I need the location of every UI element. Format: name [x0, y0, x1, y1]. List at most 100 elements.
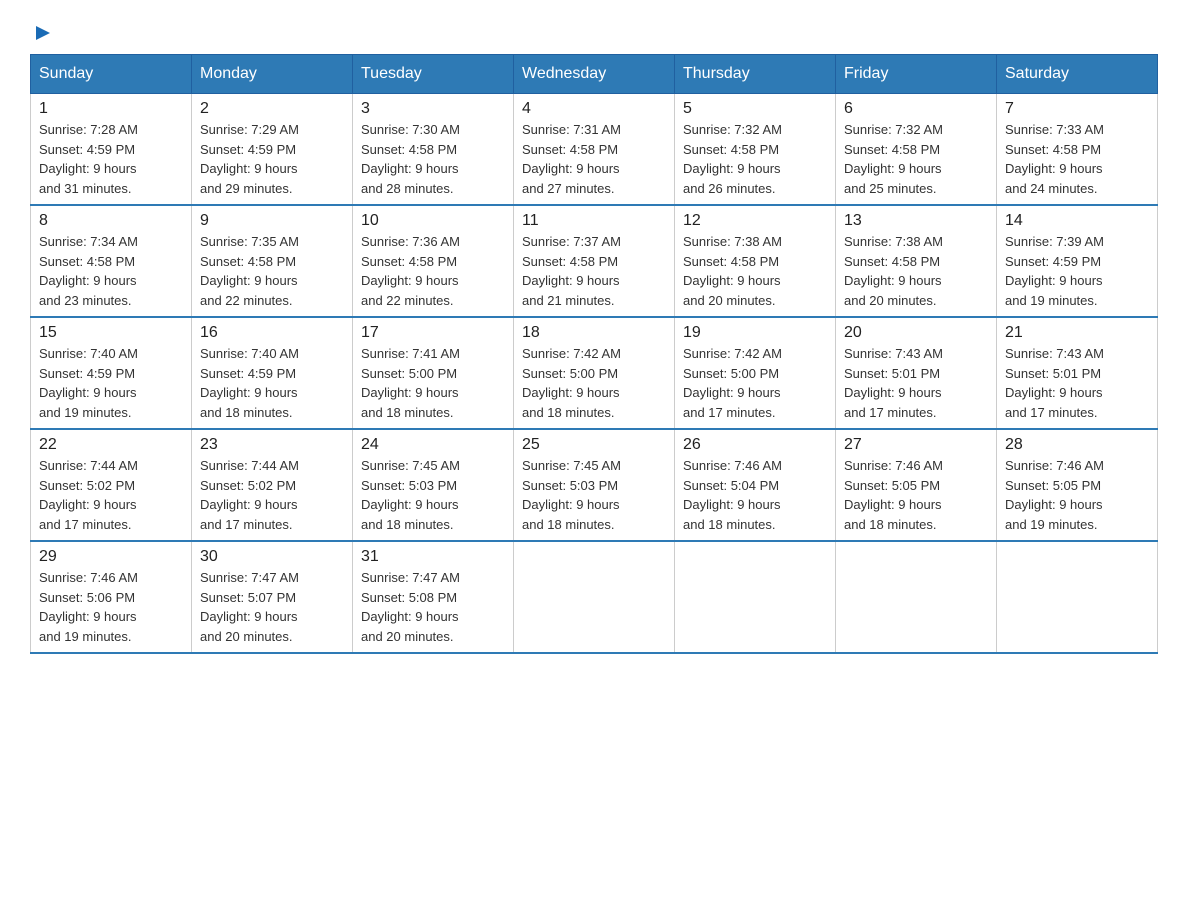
calendar-cell: [836, 541, 997, 653]
calendar-cell: 30 Sunrise: 7:47 AMSunset: 5:07 PMDayligh…: [192, 541, 353, 653]
calendar-cell: 6 Sunrise: 7:32 AMSunset: 4:58 PMDaylight…: [836, 94, 997, 206]
day-number: 13: [844, 212, 988, 230]
day-number: 30: [200, 548, 344, 566]
day-number: 11: [522, 212, 666, 230]
day-number: 18: [522, 324, 666, 342]
weekday-header-saturday: Saturday: [997, 55, 1158, 94]
calendar-cell: 5 Sunrise: 7:32 AMSunset: 4:58 PMDaylight…: [675, 94, 836, 206]
weekday-header-monday: Monday: [192, 55, 353, 94]
calendar-cell: 3Sunrise: 7:30 AMSunset: 4:58 PMDaylight…: [353, 94, 514, 206]
calendar-cell: 1 Sunrise: 7:28 AMSunset: 4:59 PMDaylight…: [31, 94, 192, 206]
day-info: Sunrise: 7:33 AMSunset: 4:58 PMDaylight:…: [1005, 120, 1149, 198]
day-number: 6: [844, 100, 988, 118]
week-row-5: 29 Sunrise: 7:46 AMSunset: 5:06 PMDayligh…: [31, 541, 1158, 653]
day-number: 31: [361, 548, 505, 566]
day-number: 28: [1005, 436, 1149, 454]
day-number: 10: [361, 212, 505, 230]
day-number: 20: [844, 324, 988, 342]
weekday-header-tuesday: Tuesday: [353, 55, 514, 94]
weekday-header-thursday: Thursday: [675, 55, 836, 94]
day-info: Sunrise: 7:34 AMSunset: 4:58 PMDaylight:…: [39, 232, 183, 310]
day-info: Sunrise: 7:41 AMSunset: 5:00 PMDaylight:…: [361, 344, 505, 422]
weekday-header-friday: Friday: [836, 55, 997, 94]
day-info: Sunrise: 7:38 AMSunset: 4:58 PMDaylight:…: [683, 232, 827, 310]
day-number: 22: [39, 436, 183, 454]
calendar-cell: 24Sunrise: 7:45 AMSunset: 5:03 PMDayligh…: [353, 429, 514, 541]
day-number: 29: [39, 548, 183, 566]
calendar-cell: 4 Sunrise: 7:31 AMSunset: 4:58 PMDaylight…: [514, 94, 675, 206]
calendar-cell: 16 Sunrise: 7:40 AMSunset: 4:59 PMDayligh…: [192, 317, 353, 429]
calendar-cell: 7 Sunrise: 7:33 AMSunset: 4:58 PMDaylight…: [997, 94, 1158, 206]
week-row-1: 1 Sunrise: 7:28 AMSunset: 4:59 PMDaylight…: [31, 94, 1158, 206]
day-info: Sunrise: 7:35 AMSunset: 4:58 PMDaylight:…: [200, 232, 344, 310]
calendar-cell: 27Sunrise: 7:46 AMSunset: 5:05 PMDayligh…: [836, 429, 997, 541]
calendar-cell: 14 Sunrise: 7:39 AMSunset: 4:59 PMDayligh…: [997, 205, 1158, 317]
day-info: Sunrise: 7:28 AMSunset: 4:59 PMDaylight:…: [39, 120, 183, 198]
day-info: Sunrise: 7:44 AMSunset: 5:02 PMDaylight:…: [200, 456, 344, 534]
day-info: Sunrise: 7:46 AMSunset: 5:06 PMDaylight:…: [39, 568, 183, 646]
calendar-cell: 19 Sunrise: 7:42 AMSunset: 5:00 PMDayligh…: [675, 317, 836, 429]
calendar-cell: [675, 541, 836, 653]
day-info: Sunrise: 7:45 AMSunset: 5:03 PMDaylight:…: [522, 456, 666, 534]
logo: [30, 20, 54, 44]
weekday-header-row: SundayMondayTuesdayWednesdayThursdayFrid…: [31, 55, 1158, 94]
logo-triangle-icon: [32, 22, 54, 44]
calendar-cell: [514, 541, 675, 653]
day-info: Sunrise: 7:44 AMSunset: 5:02 PMDaylight:…: [39, 456, 183, 534]
day-number: 5: [683, 100, 827, 118]
day-number: 2: [200, 100, 344, 118]
week-row-3: 15Sunrise: 7:40 AMSunset: 4:59 PMDayligh…: [31, 317, 1158, 429]
day-number: 23: [200, 436, 344, 454]
header: [30, 20, 1158, 44]
day-info: Sunrise: 7:32 AMSunset: 4:58 PMDaylight:…: [844, 120, 988, 198]
day-info: Sunrise: 7:36 AMSunset: 4:58 PMDaylight:…: [361, 232, 505, 310]
day-number: 21: [1005, 324, 1149, 342]
day-number: 14: [1005, 212, 1149, 230]
calendar-cell: 21Sunrise: 7:43 AMSunset: 5:01 PMDayligh…: [997, 317, 1158, 429]
day-info: Sunrise: 7:29 AMSunset: 4:59 PMDaylight:…: [200, 120, 344, 198]
day-number: 8: [39, 212, 183, 230]
day-info: Sunrise: 7:39 AMSunset: 4:59 PMDaylight:…: [1005, 232, 1149, 310]
day-number: 4: [522, 100, 666, 118]
day-info: Sunrise: 7:37 AMSunset: 4:58 PMDaylight:…: [522, 232, 666, 310]
day-number: 17: [361, 324, 505, 342]
calendar-cell: 15Sunrise: 7:40 AMSunset: 4:59 PMDayligh…: [31, 317, 192, 429]
week-row-4: 22 Sunrise: 7:44 AMSunset: 5:02 PMDayligh…: [31, 429, 1158, 541]
day-number: 7: [1005, 100, 1149, 118]
day-number: 25: [522, 436, 666, 454]
calendar-cell: 26Sunrise: 7:46 AMSunset: 5:04 PMDayligh…: [675, 429, 836, 541]
calendar-cell: 22 Sunrise: 7:44 AMSunset: 5:02 PMDayligh…: [31, 429, 192, 541]
weekday-header-wednesday: Wednesday: [514, 55, 675, 94]
calendar-cell: 29 Sunrise: 7:46 AMSunset: 5:06 PMDayligh…: [31, 541, 192, 653]
weekday-header-sunday: Sunday: [31, 55, 192, 94]
calendar-cell: 2 Sunrise: 7:29 AMSunset: 4:59 PMDaylight…: [192, 94, 353, 206]
calendar-cell: 10 Sunrise: 7:36 AMSunset: 4:58 PMDayligh…: [353, 205, 514, 317]
day-info: Sunrise: 7:47 AMSunset: 5:07 PMDaylight:…: [200, 568, 344, 646]
calendar-cell: 18 Sunrise: 7:42 AMSunset: 5:00 PMDayligh…: [514, 317, 675, 429]
calendar-cell: 25 Sunrise: 7:45 AMSunset: 5:03 PMDayligh…: [514, 429, 675, 541]
day-info: Sunrise: 7:31 AMSunset: 4:58 PMDaylight:…: [522, 120, 666, 198]
calendar-cell: 20 Sunrise: 7:43 AMSunset: 5:01 PMDayligh…: [836, 317, 997, 429]
day-number: 16: [200, 324, 344, 342]
day-number: 9: [200, 212, 344, 230]
day-info: Sunrise: 7:42 AMSunset: 5:00 PMDaylight:…: [683, 344, 827, 422]
calendar-cell: 23 Sunrise: 7:44 AMSunset: 5:02 PMDayligh…: [192, 429, 353, 541]
day-info: Sunrise: 7:42 AMSunset: 5:00 PMDaylight:…: [522, 344, 666, 422]
day-info: Sunrise: 7:30 AMSunset: 4:58 PMDaylight:…: [361, 120, 505, 198]
day-info: Sunrise: 7:32 AMSunset: 4:58 PMDaylight:…: [683, 120, 827, 198]
day-number: 12: [683, 212, 827, 230]
calendar-cell: 31 Sunrise: 7:47 AMSunset: 5:08 PMDayligh…: [353, 541, 514, 653]
day-number: 1: [39, 100, 183, 118]
day-info: Sunrise: 7:40 AMSunset: 4:59 PMDaylight:…: [200, 344, 344, 422]
day-number: 26: [683, 436, 827, 454]
day-info: Sunrise: 7:47 AMSunset: 5:08 PMDaylight:…: [361, 568, 505, 646]
calendar-cell: 9 Sunrise: 7:35 AMSunset: 4:58 PMDaylight…: [192, 205, 353, 317]
calendar-cell: 17 Sunrise: 7:41 AMSunset: 5:00 PMDayligh…: [353, 317, 514, 429]
day-info: Sunrise: 7:43 AMSunset: 5:01 PMDaylight:…: [844, 344, 988, 422]
day-number: 24: [361, 436, 505, 454]
calendar-cell: 12 Sunrise: 7:38 AMSunset: 4:58 PMDayligh…: [675, 205, 836, 317]
day-number: 19: [683, 324, 827, 342]
calendar-cell: 8 Sunrise: 7:34 AMSunset: 4:58 PMDaylight…: [31, 205, 192, 317]
calendar-cell: 13Sunrise: 7:38 AMSunset: 4:58 PMDayligh…: [836, 205, 997, 317]
day-info: Sunrise: 7:46 AMSunset: 5:05 PMDaylight:…: [844, 456, 988, 534]
